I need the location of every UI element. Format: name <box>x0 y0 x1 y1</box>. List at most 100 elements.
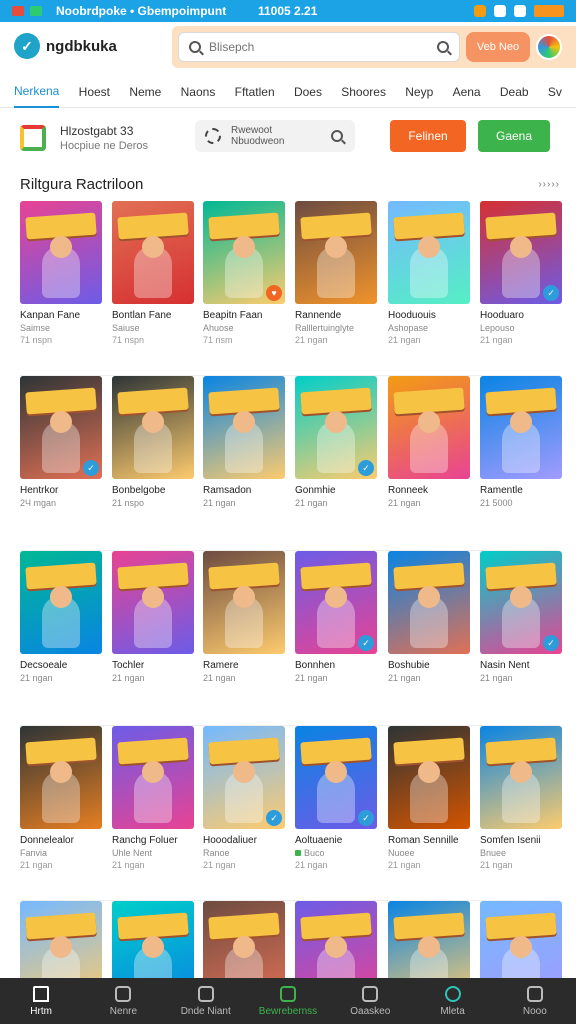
game-thumbnail[interactable]: ♥ <box>203 201 285 304</box>
game-card[interactable]: Decsoeale 21 ngan <box>20 551 102 683</box>
see-more-link[interactable]: ››››› <box>538 179 560 190</box>
nav-item-1[interactable]: Nenre <box>82 978 164 1024</box>
game-card[interactable]: Ramentle 21 5000 <box>480 376 562 508</box>
game-thumbnail[interactable] <box>388 726 470 829</box>
tab-2[interactable]: Neme <box>129 76 161 108</box>
nav-item-6[interactable]: Nooo <box>494 978 576 1024</box>
game-card[interactable]: ✓ Bonnhen 21 ngan <box>295 551 377 683</box>
game-thumbnail[interactable] <box>480 726 562 829</box>
game-character-art <box>317 761 355 823</box>
game-thumbnail[interactable]: ✓ <box>20 376 102 479</box>
game-card[interactable]: ✓ Hooodaliuer Ranoe 21 ngan <box>203 726 285 870</box>
game-card[interactable]: Hooduouis Ashopase 21 ngan <box>388 201 470 345</box>
game-thumbnail[interactable] <box>388 551 470 654</box>
heart-icon: ♥ <box>266 285 282 301</box>
game-card[interactable]: Donnelealor Fanvia 21 ngan <box>20 726 102 870</box>
game-card[interactable]: ♥ Beapitn Faan Ahuose 71 nsm <box>203 201 285 345</box>
status-title: Noobrdpoke • Gbempoimpunt <box>56 4 227 18</box>
recent-search-box[interactable]: Rwewoot Nbuodweon <box>195 120 355 152</box>
game-thumbnail[interactable] <box>112 726 194 829</box>
game-thumbnail[interactable] <box>20 201 102 304</box>
game-thumbnail[interactable]: ✓ <box>480 551 562 654</box>
game-card[interactable]: Kanpan Fane Saimse 71 nspn <box>20 201 102 345</box>
game-subtitle: Lepouso <box>480 323 515 333</box>
game-thumbnail[interactable]: ✓ <box>295 376 377 479</box>
tab-8[interactable]: Aena <box>453 76 481 108</box>
game-thumbnail[interactable]: ✓ <box>295 726 377 829</box>
game-character-art <box>134 586 172 648</box>
game-thumbnail[interactable] <box>388 201 470 304</box>
search-submit-icon[interactable] <box>437 41 449 53</box>
web-button[interactable]: Veb Neo <box>466 32 530 62</box>
game-card[interactable]: ✓ Gonmhie 21 ngan <box>295 376 377 508</box>
tab-5[interactable]: Does <box>294 76 322 108</box>
tab-row: Nerkena Hoest Neme Naons Fftatlen Does Shoores… <box>14 76 562 108</box>
game-thumbnail[interactable] <box>112 376 194 479</box>
game-character-art <box>134 236 172 298</box>
game-card[interactable]: ✓ Hentrkor 2Ч mgan <box>20 376 102 508</box>
game-card[interactable]: Ramere 21 ngan <box>203 551 285 683</box>
game-meta: 21 ngan <box>203 860 236 870</box>
game-thumbnail[interactable] <box>203 376 285 479</box>
green-button[interactable]: Gaena <box>478 120 550 152</box>
wifi-icon <box>494 5 506 17</box>
game-thumbnail[interactable] <box>20 551 102 654</box>
game-card[interactable]: Ranchg Foluer Uhle Nent 21 ngan <box>112 726 194 870</box>
game-card[interactable]: Tochler 21 ngan <box>112 551 194 683</box>
game-card[interactable]: Ronneek 21 ngan <box>388 376 470 508</box>
bottom-nav: Hrtm Nenre Dnde Niant Bewrebernss Oaaskeo Mle… <box>0 978 576 1024</box>
nav-item-2[interactable]: Dnde Niant <box>165 978 247 1024</box>
status-time: 11005 2.21 <box>258 4 318 18</box>
tab-1[interactable]: Hoest <box>79 76 110 108</box>
game-card[interactable]: Bontlan Fane Saiuse 71 nspn <box>112 201 194 345</box>
game-card[interactable]: Ramsadon 21 ngan <box>203 376 285 508</box>
app-logo[interactable]: ✓ ngdbkuka <box>14 33 117 59</box>
game-thumbnail[interactable] <box>203 551 285 654</box>
game-meta: 21 ngan <box>20 860 53 870</box>
game-character-art <box>225 586 263 648</box>
game-meta: 21 ngan <box>480 860 513 870</box>
game-character-art <box>225 236 263 298</box>
game-character-art <box>410 236 448 298</box>
game-thumbnail[interactable] <box>112 201 194 304</box>
tab-9[interactable]: Deab <box>500 76 529 108</box>
orange-button[interactable]: Felinen <box>390 120 466 152</box>
tab-0[interactable]: Nerkena <box>14 76 60 108</box>
game-title: Tochler <box>112 660 145 671</box>
game-card[interactable]: Rannende Ralllertuinglyte 21 ngan <box>295 201 377 345</box>
game-card[interactable]: ✓ Hooduaro Lepouso 21 ngan <box>480 201 562 345</box>
game-thumbnail[interactable]: ✓ <box>480 201 562 304</box>
tab-7[interactable]: Neyp <box>405 76 433 108</box>
game-thumbnail[interactable] <box>480 376 562 479</box>
tab-4[interactable]: Fftatlen <box>235 76 275 108</box>
tab-3[interactable]: Naons <box>181 76 216 108</box>
nav-item-5[interactable]: Mleta <box>411 978 493 1024</box>
verified-icon: ✓ <box>543 285 559 301</box>
recent-text: Rwewoot Nbuodweon <box>231 125 284 147</box>
game-thumbnail[interactable] <box>112 551 194 654</box>
avatar[interactable] <box>536 34 562 60</box>
game-thumbnail[interactable]: ✓ <box>295 551 377 654</box>
nav-item-4[interactable]: Oaaskeo <box>329 978 411 1024</box>
search-input[interactable] <box>209 40 437 54</box>
game-thumbnail[interactable]: ✓ <box>203 726 285 829</box>
game-card[interactable]: ✓ Aoltuaenie Buco 21 ngan <box>295 726 377 870</box>
nav-item-3[interactable]: Bewrebernss <box>247 978 329 1024</box>
game-card[interactable]: Roman Sennille Nuoee 21 ngan <box>388 726 470 870</box>
game-card[interactable]: Somfen Isenii Bnuee 21 ngan <box>480 726 562 870</box>
game-card[interactable]: Bonbelgobe 21 nspo <box>112 376 194 508</box>
game-title: Hooduaro <box>480 310 524 321</box>
nav-item-0[interactable]: Hrtm <box>0 978 82 1024</box>
gear-icon <box>205 128 221 144</box>
tab-10[interactable]: Sv <box>548 76 562 108</box>
game-subtitle: 21 ngan <box>295 673 328 683</box>
game-thumbnail[interactable] <box>388 376 470 479</box>
game-card[interactable]: ✓ Nasin Nent 21 ngan <box>480 551 562 683</box>
tab-6[interactable]: Shoores <box>341 76 386 108</box>
search-box[interactable] <box>178 32 460 62</box>
game-thumbnail[interactable] <box>20 726 102 829</box>
game-row: Donnelealor Fanvia 21 ngan Ranchg Foluer Uhl… <box>20 726 562 901</box>
game-card[interactable]: Boshubie 21 ngan <box>388 551 470 683</box>
game-thumbnail[interactable] <box>295 201 377 304</box>
game-subtitle: Uhle Nent <box>112 848 153 858</box>
